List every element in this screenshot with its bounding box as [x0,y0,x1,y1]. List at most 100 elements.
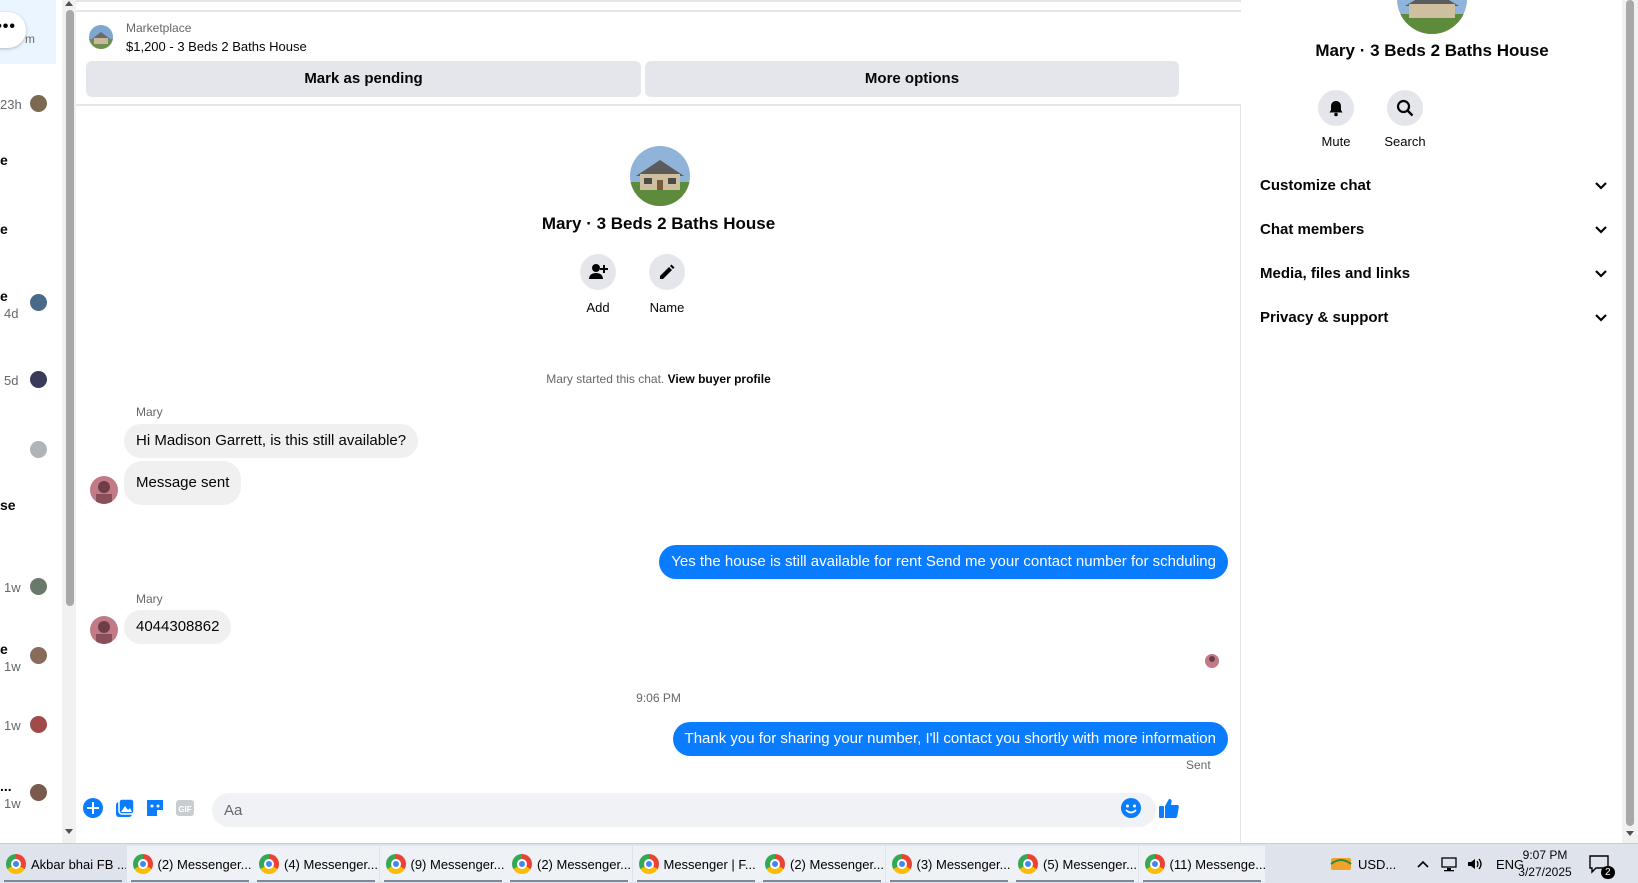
taskbar-window-button[interactable]: (4) Messenger... [253,846,379,882]
scroll-up-arrow-icon[interactable] [65,1,73,6]
chat-list-row[interactable]: se [0,497,56,517]
taskbar-window-button[interactable]: Messenger | F... [632,846,759,882]
scroll-down-arrow-icon[interactable] [65,829,73,834]
add-people-action[interactable]: Add [568,254,628,315]
message-sender: Mary [136,592,163,606]
chat-list-row[interactable] [0,439,56,459]
media-files-links-section[interactable]: Media, files and links [1260,254,1608,294]
incoming-message[interactable]: Hi Madison Garrett, is this still availa… [124,424,419,458]
currency-label: USD... [1358,856,1397,872]
emoji-icon[interactable] [1120,797,1142,819]
taskbar-window-button[interactable]: (3) Messenger... [885,846,1012,882]
chat-list-row[interactable]: 1w [0,576,56,596]
more-options-icon[interactable]: ••• [0,12,26,48]
pencil-icon[interactable] [649,254,685,290]
incoming-message[interactable]: 4044308862 [124,610,232,644]
chat-list-row-time: 1w [4,659,21,674]
view-buyer-profile-link[interactable]: View buyer profile [668,372,771,386]
scrollbar-thumb[interactable] [66,10,74,606]
message-input-wrapper [212,793,1156,827]
currency-flag-icon [1330,858,1352,870]
network-icon[interactable] [1440,856,1458,872]
outgoing-message[interactable]: Yes the house is still available for ren… [659,545,1228,579]
search-icon[interactable] [1387,90,1423,126]
search-label: Search [1384,134,1426,149]
chevron-up-icon[interactable] [1416,857,1430,871]
thumbs-up-icon[interactable] [1158,797,1180,819]
chat-list-row[interactable]: ... 1w [0,778,56,811]
currency-widget[interactable]: USD... [1330,844,1396,883]
chrome-icon [765,854,785,874]
chat-list-row[interactable]: 5d [0,369,56,389]
conversation-panel: Marketplace $1,200 - 3 Beds 2 Baths Hous… [76,0,1241,843]
taskbar-active-indicator [4,880,122,882]
system-tray: ENG [1416,844,1524,883]
chevron-down-icon [1595,270,1607,278]
customize-chat-section[interactable]: Customize chat [1260,166,1608,206]
photo-icon[interactable] [114,797,136,819]
chat-list-row[interactable]: 23h [0,93,56,113]
marketplace-label: Marketplace [126,21,192,35]
mute-label: Mute [1321,134,1351,149]
chat-list-scrollbar[interactable] [62,0,76,843]
message-timestamp: 9:06 PM [636,691,681,705]
info-title: Mary · 3 Beds 2 Baths House [1315,41,1549,60]
messenger-window: ••• m 23h e e e 4d 5d se 1w e 1w 1w... 1w Marketpla… [0,0,1638,883]
notification-center[interactable]: 2 [1588,844,1615,883]
add-label: Add [586,300,610,315]
chat-started-text: Mary started this chat. [546,372,665,386]
chat-list-row[interactable]: e 4d [0,288,56,321]
chat-list-row[interactable]: e [0,152,56,172]
section-label: Customize chat [1260,177,1371,194]
incoming-message[interactable]: Message sent [124,461,242,505]
more-options-button[interactable]: More options [645,61,1179,97]
chat-list-selected-row[interactable]: ••• m [0,0,56,64]
mute-action[interactable]: Mute [1301,90,1371,149]
taskbar-window-button[interactable]: (11) Messenge... [1138,846,1265,882]
taskbar-active-indicator [130,880,249,882]
mark-as-pending-button[interactable]: Mark as pending [86,61,641,97]
page-scrollbar[interactable] [1622,0,1638,843]
search-action[interactable]: Search [1370,90,1440,149]
taskbar-window-label: (2) Messenger... [537,856,631,872]
scrollbar-thumb[interactable] [1626,0,1634,826]
chrome-icon [1018,854,1038,874]
scroll-down-arrow-icon[interactable] [1626,831,1634,836]
taskbar-window-label: (3) Messenger... [916,856,1011,872]
chat-list-row[interactable]: e [0,221,56,241]
plus-circle-icon[interactable] [82,797,104,819]
chrome-icon [6,854,26,874]
listing-thumbnail[interactable] [89,25,113,49]
gif-icon[interactable]: GIF [174,797,196,819]
taskbar-window-label: Messenger | F... [663,856,756,872]
chat-list-partial-label: m [25,32,35,46]
chat-list-row-time: 1w [4,796,21,811]
taskbar-window-button[interactable]: (9) Messenger... [379,846,506,882]
taskbar-window-button[interactable]: (2) Messenger... [126,846,253,882]
taskbar-window-button[interactable]: Akbar bhai FB ... [0,846,126,882]
sticker-icon[interactable] [144,797,166,819]
add-person-icon[interactable] [580,254,616,290]
chat-list-row[interactable]: 1w [0,714,56,734]
conversation-avatar[interactable] [630,146,690,206]
privacy-support-section[interactable]: Privacy & support [1260,298,1608,338]
conversation-info-panel: Mary · 3 Beds 2 Baths House Mute Search … [1242,0,1622,843]
taskbar-window-button[interactable]: (5) Messenger... [1012,846,1138,882]
volume-icon[interactable] [1466,856,1484,872]
message-input[interactable] [212,793,1102,827]
chat-members-section[interactable]: Chat members [1260,210,1608,250]
taskbar-window-button[interactable]: (2) Messenger... [506,846,632,882]
chat-list-row[interactable]: e 1w [0,641,56,674]
taskbar-active-indicator [510,880,628,882]
taskbar-window-button[interactable]: (2) Messenger... [759,846,885,882]
outgoing-message[interactable]: Thank you for sharing your number, I'll … [672,722,1228,756]
name-action[interactable]: Name [637,254,697,315]
chat-list-row-avatar [30,716,47,733]
bell-icon[interactable] [1318,90,1354,126]
system-clock[interactable]: 9:07 PM 3/27/2025 [1510,847,1580,881]
sender-avatar[interactable] [90,616,118,644]
sender-avatar[interactable] [90,476,118,504]
info-avatar[interactable] [1397,0,1467,34]
listing-title[interactable]: $1,200 - 3 Beds 2 Baths House [126,39,307,54]
chat-list-row-time: 1w [4,580,21,595]
